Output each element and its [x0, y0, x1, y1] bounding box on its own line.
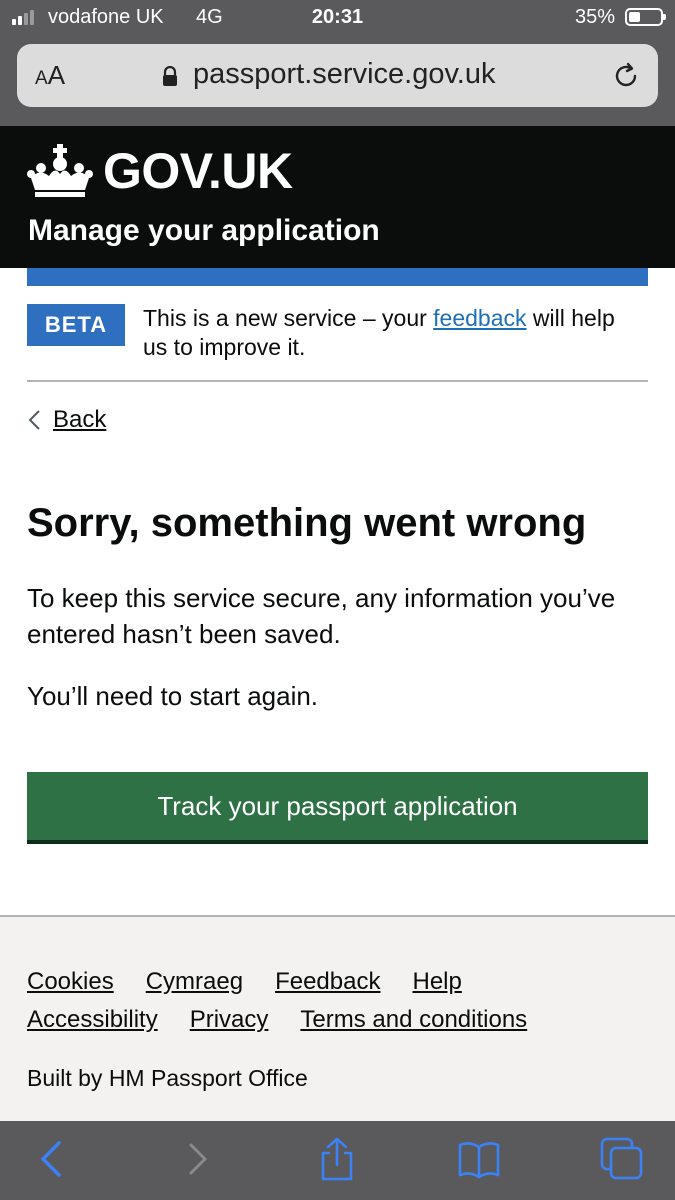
battery-percent: 35%	[574, 6, 615, 28]
browser-toolbar	[0, 1121, 675, 1200]
clock: 20:31	[311, 6, 364, 28]
beta-tag: BETA	[27, 304, 125, 346]
footer-links-row: Accessibility Privacy Terms and conditions	[27, 1001, 647, 1039]
address-bar[interactable]: AA passport.service.gov.uk	[17, 44, 658, 107]
share-icon[interactable]	[315, 1137, 359, 1181]
page-title: Sorry, something went wrong	[27, 501, 587, 545]
lock-icon	[163, 66, 177, 86]
forward-icon[interactable]	[175, 1137, 219, 1181]
phase-banner: BETA This is a new service – your feedba…	[27, 300, 648, 382]
footer-link[interactable]: Help	[412, 963, 461, 1001]
back-icon[interactable]	[31, 1137, 75, 1181]
footer-link[interactable]: Feedback	[275, 963, 380, 1001]
footer-built-by: Built by HM Passport Office	[27, 1065, 308, 1091]
text-size-button[interactable]: AA	[35, 60, 65, 91]
footer-link[interactable]: Accessibility	[27, 1001, 158, 1039]
footer-link[interactable]: Cymraeg	[146, 963, 243, 1001]
footer-links-row: Cookies Cymraeg Feedback Help	[27, 963, 647, 1001]
footer-link[interactable]: Privacy	[190, 1001, 269, 1039]
govuk-logo-text[interactable]: GOV.UK	[103, 142, 293, 200]
body-paragraph-secure: To keep this service secure, any informa…	[27, 583, 616, 649]
footer-link[interactable]: Terms and conditions	[300, 1001, 527, 1039]
reload-icon[interactable]	[610, 60, 642, 92]
browser-address-area: AA passport.service.gov.uk	[0, 36, 675, 126]
track-application-button[interactable]: Track your passport application	[27, 772, 648, 840]
battery-icon	[625, 8, 666, 26]
header-blue-border	[27, 268, 648, 286]
body-paragraph-start-again: You’ll need to start again.	[27, 681, 319, 711]
chevron-left-icon	[28, 410, 40, 430]
footer-link[interactable]: Cookies	[27, 963, 114, 1001]
govuk-header: GOV.UK Manage your application	[0, 126, 675, 268]
url-text[interactable]: passport.service.gov.uk	[193, 58, 496, 91]
crown-logo-icon[interactable]	[27, 144, 93, 198]
feedback-link[interactable]: feedback	[433, 305, 526, 331]
service-name[interactable]: Manage your application	[28, 214, 380, 248]
footer: Cookies Cymraeg Feedback Help Accessibility…	[0, 915, 675, 1123]
tabs-icon[interactable]	[600, 1137, 644, 1181]
back-link[interactable]: Back	[27, 406, 106, 434]
footer-links: Cookies Cymraeg Feedback Help Accessibility…	[27, 963, 647, 1039]
status-bar: vodafone UK 4G 20:31 35%	[0, 0, 675, 36]
bookmarks-icon[interactable]	[457, 1137, 501, 1181]
phase-banner-text: This is a new service – your feedback wi…	[143, 305, 615, 360]
